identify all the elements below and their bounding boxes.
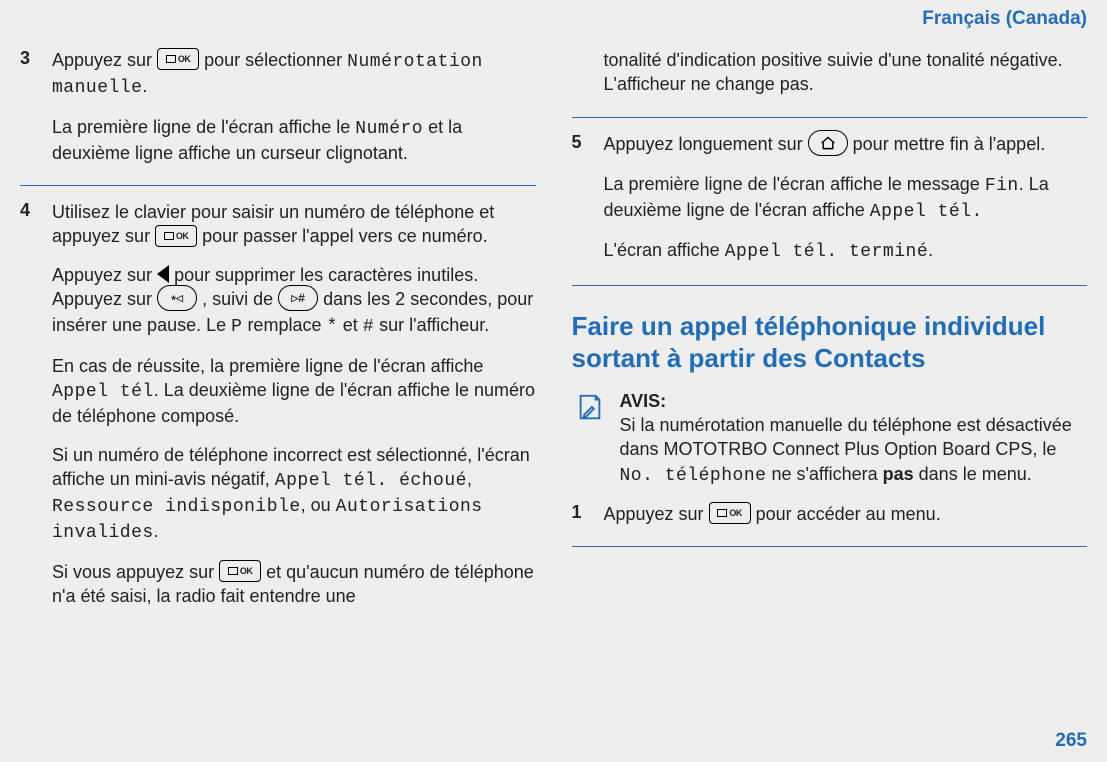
step3-line1: Appuyez sur OK pour sélectionner Numérot… — [52, 48, 536, 101]
step-5: 5 Appuyez longuement sur pour mettre fin… — [572, 132, 1088, 279]
code-text: Ressource indisponible — [52, 497, 301, 517]
step-number: 1 — [572, 502, 594, 540]
text: , ou — [301, 495, 336, 515]
left-column: 3 Appuyez sur OK pour sélectionner Numér… — [20, 48, 536, 628]
step-1: 1 Appuyez sur OK pour accéder au menu. — [572, 502, 1088, 540]
text: La première ligne de l'écran affiche le — [52, 117, 355, 137]
step4-line1: Utilisez le clavier pour saisir un numér… — [52, 200, 536, 249]
page-number: 265 — [1055, 730, 1087, 752]
step4-line5: Si vous appuyez sur OK et qu'aucun numér… — [52, 560, 536, 609]
step5-line2: La première ligne de l'écran affiche le … — [604, 172, 1088, 225]
step4-line4: Si un numéro de téléphone incorrect est … — [52, 443, 536, 546]
text: . — [154, 521, 159, 541]
continuation-text: tonalité d'indication positive suivie d'… — [604, 48, 1088, 97]
notice-block: AVIS: Si la numérotation manuelle du tél… — [572, 389, 1088, 488]
text: dans le menu. — [914, 464, 1032, 484]
text: pour mettre fin à l'appel. — [853, 134, 1046, 154]
text: sur l'afficheur. — [374, 315, 489, 335]
note-icon — [572, 389, 608, 425]
home-button-icon — [808, 130, 848, 156]
notice-title: AVIS: — [620, 391, 667, 411]
text: pour sélectionner — [204, 50, 347, 70]
step-number: 3 — [20, 48, 42, 179]
code-text: Appel tél — [52, 382, 154, 402]
text: Appuyez longuement sur — [604, 134, 808, 154]
text: La première ligne de l'écran affiche le … — [604, 174, 985, 194]
code-text: Appel tél. échoué — [275, 471, 467, 491]
step4-line2: Appuyez sur pour supprimer les caractère… — [52, 263, 536, 340]
code-text: P — [231, 317, 242, 337]
code-text: # — [363, 317, 374, 337]
ok-button-icon: OK — [155, 225, 197, 247]
separator — [20, 185, 536, 186]
code-text: Appel tél. — [870, 202, 983, 222]
section-heading: Faire un appel téléphonique individuel s… — [572, 310, 1088, 375]
separator — [572, 546, 1088, 547]
text: Appuyez sur — [52, 50, 157, 70]
text: Si vous appuyez sur — [52, 562, 219, 582]
step-4: 4 Utilisez le clavier pour saisir un num… — [20, 200, 536, 622]
text: Appuyez sur — [52, 265, 157, 285]
step4-line3: En cas de réussite, la première ligne de… — [52, 354, 536, 429]
text: . — [928, 240, 933, 260]
separator — [572, 117, 1088, 118]
step-number: 4 — [20, 200, 42, 622]
code-text: Appel tél. terminé — [725, 242, 928, 262]
text: pour passer l'appel vers ce numéro. — [202, 226, 488, 246]
separator — [572, 285, 1088, 286]
bold-text: pas — [883, 464, 914, 484]
step4-continuation: tonalité d'indication positive suivie d'… — [572, 48, 1088, 111]
step-number: 5 — [572, 132, 594, 279]
text: Si la numérotation manuelle du téléphone… — [620, 415, 1072, 459]
ok-button-icon: OK — [157, 48, 199, 70]
text: En cas de réussite, la première ligne de… — [52, 356, 483, 376]
notice-body: AVIS: Si la numérotation manuelle du tél… — [620, 389, 1088, 488]
code-text: Fin — [985, 176, 1019, 196]
language-header: Français (Canada) — [20, 8, 1087, 48]
text: . — [142, 76, 147, 96]
step5-line1: Appuyez longuement sur pour mettre fin à… — [604, 132, 1088, 158]
star-button-icon: *◁ — [157, 285, 197, 311]
code-text: * — [326, 317, 337, 337]
ok-button-icon: OK — [219, 560, 261, 582]
text: Appuyez sur — [604, 504, 709, 524]
right-column: tonalité d'indication positive suivie d'… — [572, 48, 1088, 628]
code-text: No. téléphone — [620, 466, 767, 486]
text: ne s'affichera — [766, 464, 882, 484]
hash-button-icon: ▷# — [278, 285, 318, 311]
step3-line2: La première ligne de l'écran affiche le … — [52, 115, 536, 166]
text: , — [467, 469, 472, 489]
text: et — [338, 315, 363, 335]
code-text: Numéro — [355, 119, 423, 139]
text: L'écran affiche — [604, 240, 725, 260]
text: pour accéder au menu. — [756, 504, 941, 524]
back-arrow-icon — [157, 265, 169, 283]
step-3: 3 Appuyez sur OK pour sélectionner Numér… — [20, 48, 536, 179]
step1-line1: Appuyez sur OK pour accéder au menu. — [604, 502, 1088, 526]
step5-line3: L'écran affiche Appel tél. terminé. — [604, 238, 1088, 264]
text: remplace — [242, 315, 326, 335]
text: , suivi de — [202, 289, 278, 309]
ok-button-icon: OK — [709, 502, 751, 524]
